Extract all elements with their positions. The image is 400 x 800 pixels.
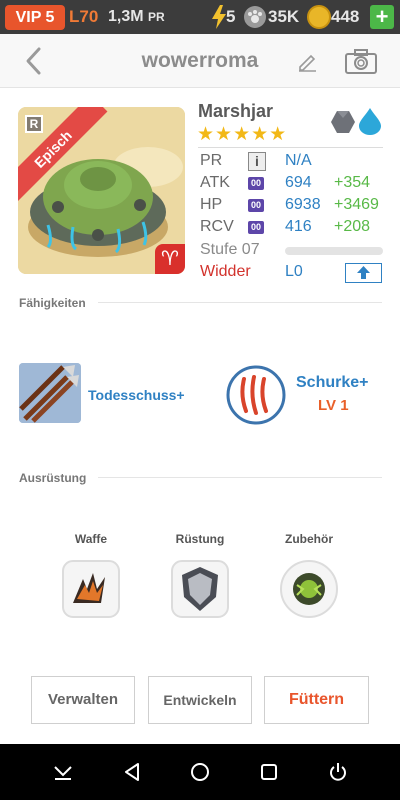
- weapon-label: Waffe: [74, 532, 108, 546]
- stat-bonus: +208: [334, 218, 371, 235]
- stat-value: 694: [285, 174, 312, 191]
- armor-label: Rüstung: [175, 532, 225, 546]
- zodiac-row: Widder L0: [200, 263, 385, 285]
- stat-bonus: +3469: [334, 196, 379, 213]
- rock-element-icon: [331, 111, 355, 133]
- food-value: 35K: [268, 7, 300, 26]
- rarity-letter-badge: R: [25, 115, 43, 133]
- feed-button[interactable]: Füttern: [264, 676, 369, 724]
- zodiac-label: Widder: [200, 263, 251, 280]
- hide-keyboard-icon[interactable]: [52, 761, 74, 783]
- level-row: Stufe 07: [200, 241, 385, 263]
- claw-skill-icon[interactable]: [226, 365, 286, 425]
- aries-sign-icon: ♈: [155, 244, 185, 274]
- monster-name: Marshjar: [198, 101, 274, 121]
- stat-label: RCV: [200, 218, 234, 235]
- system-nav-bar: [0, 744, 400, 800]
- stat-value: N/A: [285, 152, 312, 169]
- zodiac-level: L0: [285, 263, 303, 280]
- stat-value: 6938: [285, 196, 321, 213]
- armor-slot-icon[interactable]: [170, 559, 230, 619]
- home-circle-icon[interactable]: [189, 761, 211, 783]
- accessory-slot-icon[interactable]: [279, 559, 339, 619]
- arrow-up-icon: [357, 266, 370, 279]
- page-header: wowerroma: [0, 34, 400, 88]
- water-element-icon: [359, 108, 381, 135]
- vip-badge[interactable]: VIP 5: [5, 5, 65, 30]
- energy-value: 5: [226, 7, 236, 26]
- evolve-button[interactable]: Entwickeln: [148, 676, 252, 724]
- power-unit: PR: [148, 10, 165, 24]
- star-rating: ★★★★★: [197, 124, 288, 145]
- stats-divider: [198, 147, 383, 148]
- stat-box-badge: 00: [248, 221, 264, 234]
- stat-value: 416: [285, 218, 312, 235]
- power-rating: 1,3M PR: [108, 8, 165, 26]
- camera-icon[interactable]: [344, 47, 378, 75]
- stat-box-badge: 00: [248, 199, 264, 212]
- equipment-section-title: Ausrüstung: [19, 471, 87, 485]
- accessory-label: Zubehör: [285, 532, 333, 546]
- arrows-skill-icon[interactable]: [19, 363, 81, 423]
- upgrade-zodiac-button[interactable]: [345, 263, 382, 283]
- monster-portrait[interactable]: R Episch ♈: [18, 107, 185, 274]
- stat-label: PR: [200, 152, 223, 169]
- pencil-icon[interactable]: [296, 50, 318, 72]
- level-label: Stufe 07: [200, 241, 260, 258]
- stat-label: ATK: [200, 174, 230, 191]
- skill1-name[interactable]: Todesschuss+: [88, 387, 185, 403]
- info-icon[interactable]: i: [248, 152, 266, 171]
- skills-divider: [98, 302, 382, 303]
- stat-bonus: +354: [334, 174, 371, 191]
- paw-icon: [244, 6, 266, 28]
- manage-button[interactable]: Verwalten: [31, 676, 135, 724]
- skill2-name[interactable]: Schurke+: [296, 374, 368, 392]
- back-triangle-icon[interactable]: [121, 761, 143, 783]
- coin-value: 448: [331, 7, 360, 26]
- stat-label: HP: [200, 196, 223, 213]
- app-root: VIP 5 L70 1,3M PR 5 35K 448 + wowerroma: [0, 0, 400, 800]
- equipment-divider: [98, 477, 382, 478]
- coin-icon: [307, 5, 331, 29]
- add-currency-button[interactable]: +: [370, 5, 394, 29]
- page-title: wowerroma: [141, 49, 259, 72]
- skills-section-title: Fähigkeiten: [19, 296, 86, 310]
- weapon-slot-icon[interactable]: [61, 559, 121, 619]
- stat-box-badge: 00: [248, 177, 264, 190]
- power-value: 1,3M: [108, 8, 144, 25]
- level-progress-bar: [285, 247, 383, 255]
- player-level: L70: [69, 7, 99, 26]
- resource-bar: VIP 5 L70 1,3M PR 5 35K 448 +: [0, 0, 400, 34]
- skill2-level: LV 1: [318, 397, 349, 414]
- recents-square-icon[interactable]: [258, 761, 280, 783]
- power-icon[interactable]: [327, 761, 349, 783]
